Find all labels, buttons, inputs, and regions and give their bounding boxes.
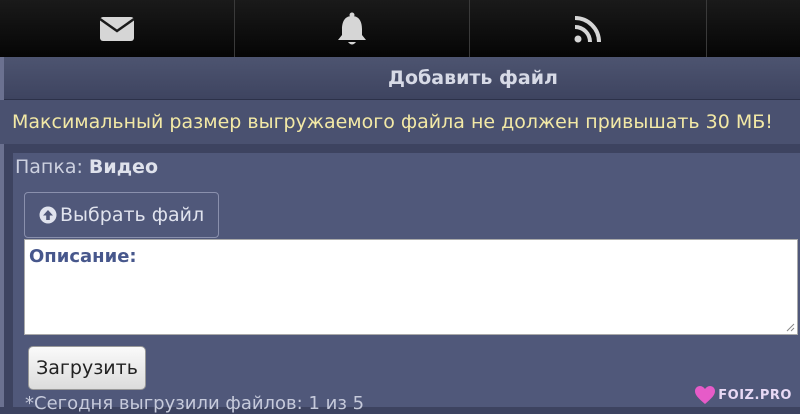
tab-notifications[interactable]: [235, 0, 471, 57]
resize-grip-icon[interactable]: [785, 322, 795, 332]
site-watermark: FOIZ.PRO: [694, 385, 792, 405]
page-header: Добавить файл: [0, 57, 800, 100]
tab-feed[interactable]: [470, 0, 708, 57]
page-title: Добавить файл: [388, 67, 558, 89]
choose-file-label: Выбрать файл: [60, 204, 205, 226]
rss-icon: [574, 15, 602, 42]
choose-file-button[interactable]: Выбрать файл: [24, 192, 219, 238]
description-textarea[interactable]: Описание:: [24, 239, 798, 335]
folder-name: Видео: [88, 156, 159, 178]
description-label: Описание:: [29, 246, 137, 267]
tab-extra[interactable]: [707, 0, 800, 57]
upload-limit-notice: Максимальный размер выгружаемого файла н…: [0, 100, 800, 144]
folder-label: Папка:: [15, 156, 83, 178]
watermark-text: FOIZ.PRO: [718, 387, 792, 403]
top-nav-bar: [0, 0, 800, 57]
heart-logo-icon: [695, 386, 716, 404]
tab-messages[interactable]: [0, 0, 236, 57]
upload-circle-icon: [39, 206, 57, 224]
mail-icon: [99, 16, 135, 41]
upload-button[interactable]: Загрузить: [28, 346, 146, 390]
bell-icon: [338, 12, 367, 44]
folder-line: Папка: Видео: [15, 156, 158, 178]
daily-upload-count: *Сегодня выгрузили файлов: 1 из 5: [25, 393, 365, 414]
upload-form: Папка: Видео Выбрать файл Описание: Загр…: [13, 153, 800, 414]
